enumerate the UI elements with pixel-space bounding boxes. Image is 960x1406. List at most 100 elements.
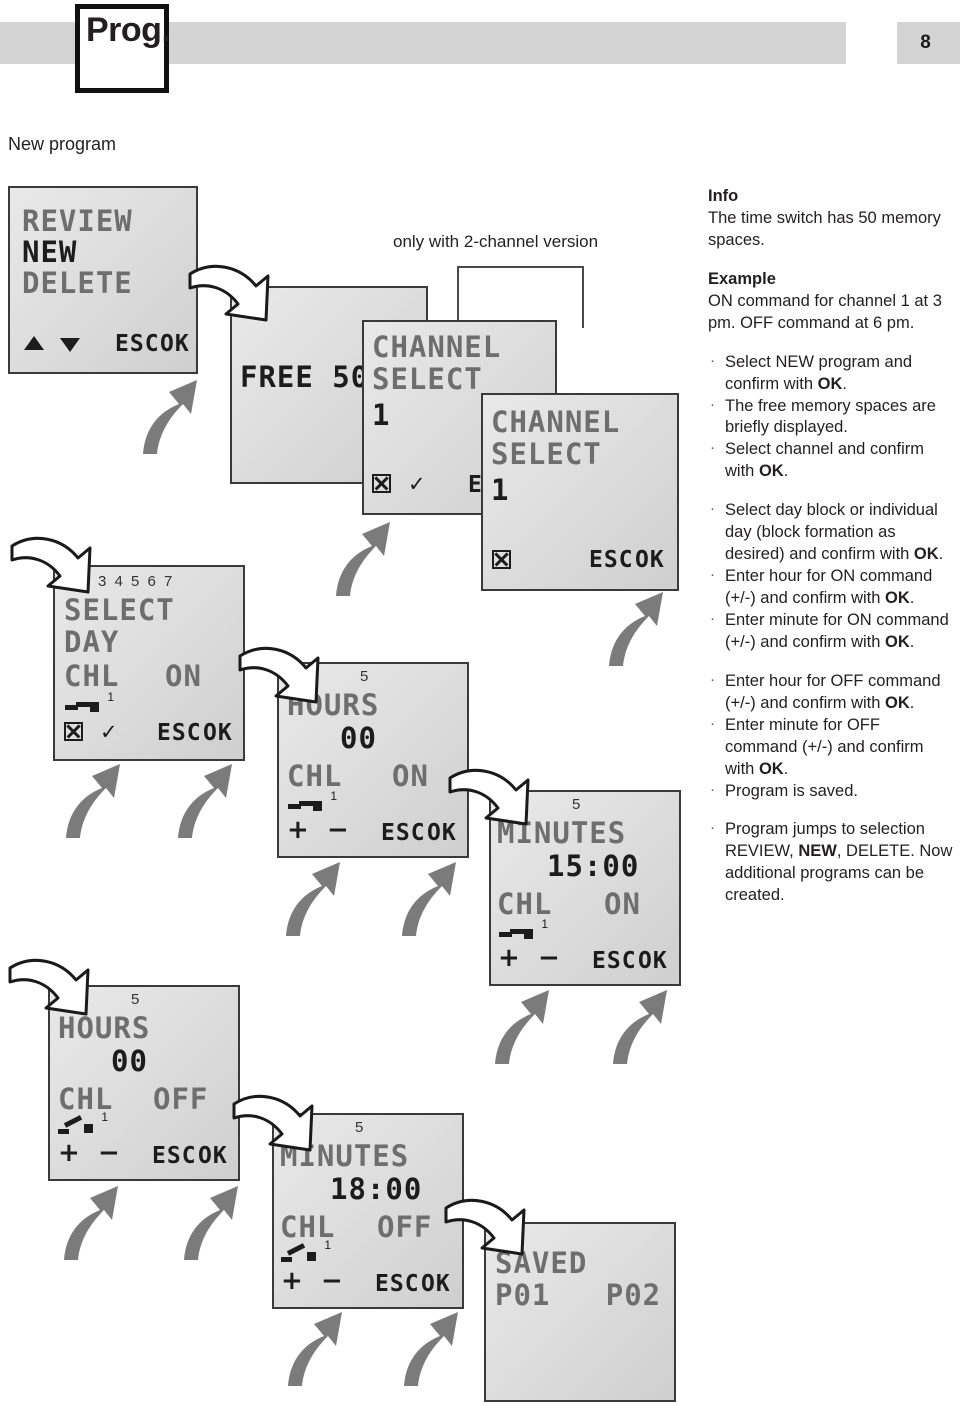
arrow-channel-to-selectday: [10, 536, 92, 594]
bracket-2channel: [457, 266, 584, 328]
screen-review-new-delete[interactable]: REVIEW NEW DELETE ESC OK: [8, 186, 198, 374]
bullet-dot: ·: [710, 609, 715, 627]
screen-channel-select-2[interactable]: CHANNEL SELECT 1 ESC OK: [481, 393, 679, 591]
softkey-ok[interactable]: OK: [638, 948, 668, 974]
note-2channel-version: only with 2-channel version: [393, 232, 599, 251]
arrow-press-a-minuteson: [495, 990, 549, 1064]
relay-open-icon: 1: [58, 1110, 108, 1136]
lcd-line-delete: DELETE: [22, 266, 133, 300]
check-icon[interactable]: ✓: [408, 474, 426, 495]
step-item: · Select NEW program and confirm with OK.: [710, 351, 913, 393]
page-number-badge: 8: [897, 22, 960, 64]
plus-key[interactable]: +: [281, 1268, 303, 1294]
arrow-selectday-to-hourson: [238, 646, 320, 704]
arrow-press-a-hourson: [286, 862, 340, 936]
triangle-up-icon[interactable]: [24, 336, 44, 350]
relay-channel-number: 1: [541, 917, 548, 931]
softkey-esc[interactable]: ESC: [152, 1143, 197, 1169]
softkey-ok[interactable]: OK: [421, 1271, 451, 1297]
bullet-dot: ·: [710, 500, 715, 518]
lcd-state-off: OFF: [377, 1210, 433, 1244]
softkey-ok[interactable]: OK: [203, 720, 233, 746]
bullet-dot: ·: [710, 351, 715, 369]
lcd-line-new: NEW: [22, 235, 78, 269]
lcd-line-day: DAY: [64, 625, 120, 659]
softkey-ok[interactable]: OK: [635, 547, 665, 573]
steps-list: · Select NEW program and confirm with OK.…: [708, 352, 956, 908]
page-title: New program: [8, 134, 117, 154]
lcd-state-on: ON: [604, 887, 641, 921]
relay-channel-number: 1: [330, 789, 337, 803]
relay-closed-icon: 1: [499, 917, 548, 943]
step-emphasis: OK: [885, 589, 910, 607]
minus-key[interactable]: −: [327, 817, 349, 843]
arrow-press-ok-channel: [609, 592, 663, 666]
relay-channel-number: 1: [324, 1238, 331, 1252]
arrow-press-a-hoursoff: [64, 1186, 118, 1260]
step-item: · Select channel and confirm with OK.: [710, 439, 925, 481]
step-item: · The free memory spaces are briefly disp…: [710, 395, 936, 437]
arrow-press-ok-free: [336, 522, 390, 596]
memory-slot-number: 5: [131, 991, 140, 1008]
plus-key[interactable]: +: [287, 817, 309, 843]
arrow-press-b-hourson: [402, 862, 456, 936]
softkey-esc[interactable]: ESC: [592, 948, 637, 974]
minus-key[interactable]: −: [538, 945, 560, 971]
step-emphasis: NEW: [798, 842, 837, 861]
x-box-icon[interactable]: [492, 550, 511, 569]
example-body: ON command for channel 1 at 3 pm. OFF co…: [708, 291, 942, 332]
example-heading: Example: [708, 269, 776, 288]
step-item: · Enter minute for OFF command (+/-) and …: [710, 714, 924, 778]
step-item: · Program jumps to selection REVIEW, NEW,…: [710, 819, 953, 905]
step-item: · Enter minute for ON command (+/-) and c…: [710, 609, 949, 651]
step-item: · Enter hour for OFF command (+/-) and co…: [710, 670, 941, 712]
bullet-dot: ·: [710, 670, 715, 688]
arrow-press-a-selectday: [66, 764, 120, 838]
step-item: · Program is saved.: [710, 780, 858, 800]
lcd-line-channel-number: 1: [372, 398, 391, 432]
softkey-ok[interactable]: OK: [198, 1143, 228, 1169]
arrow-press-a-minutesoff: [288, 1312, 342, 1386]
softkey-esc[interactable]: ESC: [157, 720, 202, 746]
info-body: The time switch has 50 memory spaces.: [708, 208, 941, 249]
minus-key[interactable]: −: [98, 1140, 120, 1166]
step-emphasis: OK: [758, 759, 784, 778]
softkey-esc[interactable]: ESC: [115, 331, 160, 357]
relay-closed-icon: 1: [65, 690, 114, 716]
memory-slot-number: 5: [572, 796, 581, 813]
arrow-hoursoff-to-minutesoff: [232, 1094, 314, 1152]
plus-key[interactable]: +: [58, 1140, 80, 1166]
triangle-down-icon[interactable]: [60, 338, 80, 352]
softkey-esc[interactable]: ESC: [375, 1271, 420, 1297]
lcd-label-channel: CHL: [64, 659, 120, 693]
lcd-line-review: REVIEW: [22, 204, 133, 238]
softkey-esc[interactable]: ESC: [381, 820, 426, 846]
check-icon[interactable]: ✓: [100, 722, 118, 743]
bullet-dot: ·: [710, 714, 715, 732]
page-number: 8: [920, 32, 931, 53]
arrow-press-b-minutesoff: [404, 1312, 458, 1386]
bullet-dot: ·: [710, 439, 715, 457]
memory-slot-number: 5: [360, 668, 369, 685]
info-column: Info The time switch has 50 memory space…: [708, 186, 956, 907]
plus-key[interactable]: +: [498, 945, 520, 971]
step-emphasis: OK: [758, 462, 784, 481]
lcd-line-channel-number: 1: [491, 473, 510, 507]
arrow-press-b-selectday: [178, 764, 232, 838]
x-box-icon[interactable]: [372, 474, 391, 493]
relay-open-icon: 1: [281, 1238, 331, 1264]
minus-key[interactable]: −: [321, 1268, 343, 1294]
lcd-value-minutes: 15:00: [547, 849, 640, 883]
softkey-esc[interactable]: ESC: [589, 547, 634, 573]
arrow-press-b-hoursoff: [184, 1186, 238, 1260]
relay-channel-number: 1: [101, 1110, 108, 1124]
lcd-state-off: OFF: [153, 1082, 209, 1116]
chapter-tab-prog: Prog.: [75, 4, 171, 93]
bullet-dot: ·: [710, 395, 715, 413]
x-box-icon[interactable]: [64, 722, 83, 741]
arrow-hourson-to-minuteson: [448, 768, 530, 826]
lcd-value-hours: 00: [340, 721, 377, 755]
lcd-state-on: ON: [392, 759, 429, 793]
arrow-press-ok-review: [143, 380, 197, 454]
step-item: · Enter hour for ON command (+/-) and con…: [710, 566, 933, 607]
